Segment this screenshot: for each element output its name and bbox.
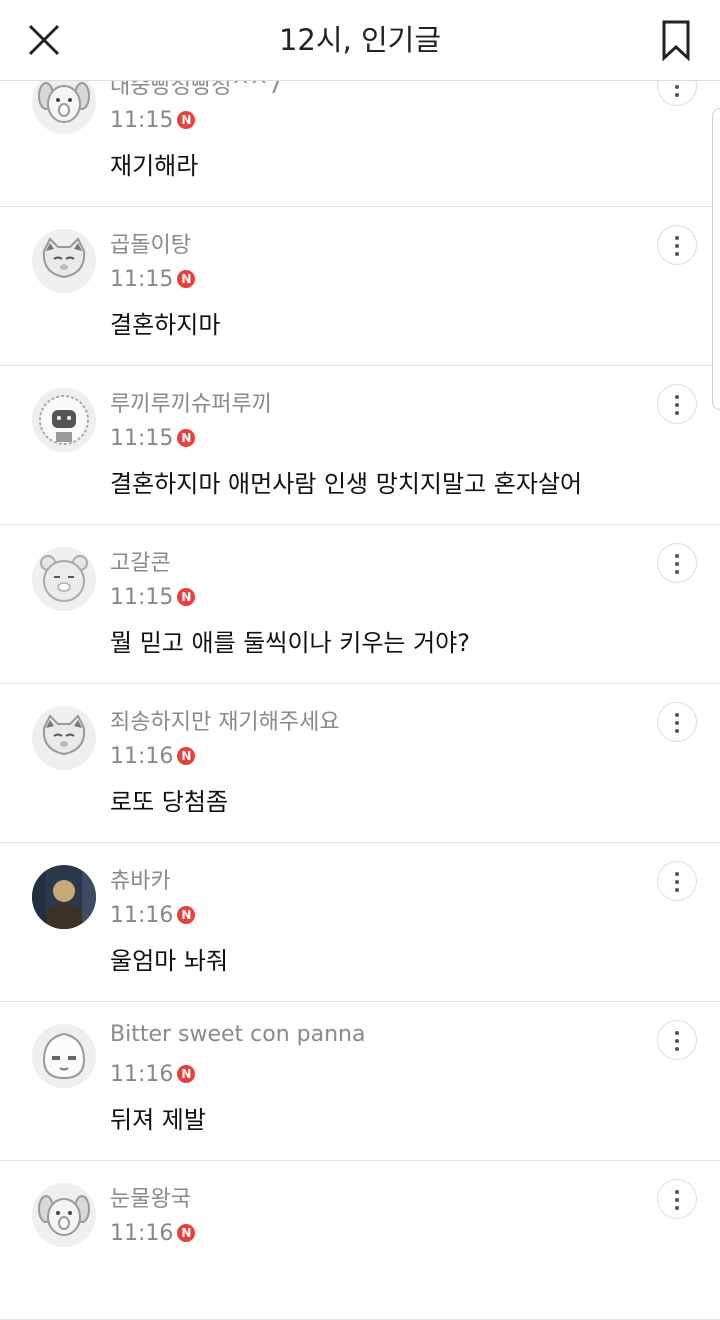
comment-text: 재기해라 bbox=[110, 152, 199, 180]
more-dot-icon bbox=[675, 252, 679, 256]
new-badge: N bbox=[177, 906, 196, 924]
new-badge: N bbox=[177, 1065, 196, 1083]
peach-character-icon[interactable] bbox=[32, 1024, 96, 1088]
scrollbar[interactable] bbox=[712, 108, 720, 410]
new-badge: N bbox=[177, 588, 196, 606]
new-badge: N bbox=[177, 1224, 196, 1242]
cat-character-icon[interactable] bbox=[32, 706, 96, 770]
comment-meta: 11:16 N bbox=[110, 900, 196, 930]
comment-item: 고갈콘 11:15 N 뭘 믿고 애를 둘씩이나 키우는 거야? bbox=[0, 525, 720, 684]
more-dot-icon bbox=[675, 872, 679, 876]
comment-text: 로또 당첨좀 bbox=[110, 788, 229, 816]
more-dot-icon bbox=[675, 236, 679, 240]
comment-time: 11:16 bbox=[110, 1220, 174, 1246]
more-dot-icon bbox=[675, 721, 679, 725]
comment-item: 죄송하지만 재기해주세요 11:16 N 로또 당첨좀 bbox=[0, 684, 720, 843]
more-dot-icon bbox=[675, 244, 679, 248]
more-options-button[interactable] bbox=[657, 861, 697, 901]
more-dot-icon bbox=[675, 1031, 679, 1035]
avatar[interactable] bbox=[32, 865, 96, 929]
more-dot-icon bbox=[675, 1039, 679, 1043]
comment-nickname[interactable]: Bitter sweet con panna bbox=[110, 1022, 365, 1047]
new-badge: N bbox=[177, 111, 196, 129]
comment-nickname[interactable]: 곱돌이탕 bbox=[110, 227, 191, 259]
bookmark-icon bbox=[662, 20, 690, 62]
comment-text: 결혼하지마 bbox=[110, 311, 221, 339]
new-badge: N bbox=[177, 270, 196, 288]
more-options-button[interactable] bbox=[657, 543, 697, 583]
comment-meta: 11:16 N bbox=[110, 741, 196, 771]
comment-text: 결혼하지마 애먼사람 인생 망치지말고 혼자살어 bbox=[110, 470, 583, 498]
more-dot-icon bbox=[675, 562, 679, 566]
comment-meta: 11:16 N bbox=[110, 1218, 196, 1248]
more-dot-icon bbox=[675, 85, 679, 89]
comment-list: 대중빵성빵성^^7 11:15 N 재기해라 곱돌이탕 11:15 N 결혼하지마 루끼루끼슈퍼… bbox=[0, 48, 720, 1320]
more-dot-icon bbox=[675, 1206, 679, 1210]
comment-time: 11:16 bbox=[110, 1061, 174, 1087]
comment-nickname[interactable]: 루끼루끼슈퍼루끼 bbox=[110, 386, 272, 418]
bear-character-icon[interactable] bbox=[32, 547, 96, 611]
comment-text: 뒤져 제발 bbox=[110, 1106, 206, 1134]
more-options-button[interactable] bbox=[657, 225, 697, 265]
bookmark-button[interactable] bbox=[656, 18, 696, 62]
comment-text: 울엄마 놔줘 bbox=[110, 947, 229, 975]
more-dot-icon bbox=[675, 880, 679, 884]
comment-item: 눈물왕국 11:16 N bbox=[0, 1161, 720, 1320]
comment-item: 츄바카 11:16 N 울엄마 놔줘 bbox=[0, 843, 720, 1002]
more-dot-icon bbox=[675, 411, 679, 415]
more-options-button[interactable] bbox=[657, 1179, 697, 1219]
comment-item: 루끼루끼슈퍼루끼 11:15 N 결혼하지마 애먼사람 인생 망치지말고 혼자살어 bbox=[0, 366, 720, 525]
comment-time: 11:15 bbox=[110, 107, 174, 133]
more-dot-icon bbox=[675, 93, 679, 97]
comment-nickname[interactable]: 죄송하지만 재기해주세요 bbox=[110, 704, 340, 736]
dog-character-icon[interactable] bbox=[32, 1183, 96, 1247]
more-dot-icon bbox=[675, 1198, 679, 1202]
comment-item: Bitter sweet con panna 11:16 N 뒤져 제발 bbox=[0, 1002, 720, 1161]
more-dot-icon bbox=[675, 1047, 679, 1051]
comment-meta: 11:15 N bbox=[110, 105, 196, 135]
comment-meta: 11:16 N bbox=[110, 1059, 196, 1089]
more-dot-icon bbox=[675, 1190, 679, 1194]
page-title: 12시, 인기글 bbox=[278, 23, 442, 57]
more-dot-icon bbox=[675, 554, 679, 558]
cat-character-icon[interactable] bbox=[32, 229, 96, 293]
hooded-character-icon[interactable] bbox=[32, 388, 96, 452]
new-badge: N bbox=[177, 429, 196, 447]
more-dot-icon bbox=[675, 713, 679, 717]
more-dot-icon bbox=[675, 570, 679, 574]
comment-text: 뭘 믿고 애를 둘씩이나 키우는 거야? bbox=[110, 629, 471, 657]
top-bar: 12시, 인기글 bbox=[0, 0, 720, 81]
comment-nickname[interactable]: 눈물왕국 bbox=[110, 1181, 191, 1213]
more-options-button[interactable] bbox=[657, 1020, 697, 1060]
more-dot-icon bbox=[675, 395, 679, 399]
comment-time: 11:15 bbox=[110, 266, 174, 292]
new-badge: N bbox=[177, 747, 196, 765]
comment-meta: 11:15 N bbox=[110, 582, 196, 612]
comment-nickname[interactable]: 고갈콘 bbox=[110, 545, 171, 577]
more-options-button[interactable] bbox=[657, 384, 697, 424]
comment-item: 곱돌이탕 11:15 N 결혼하지마 bbox=[0, 207, 720, 366]
comment-meta: 11:15 N bbox=[110, 264, 196, 294]
comment-time: 11:15 bbox=[110, 584, 174, 610]
comment-meta: 11:15 N bbox=[110, 423, 196, 453]
comment-time: 11:16 bbox=[110, 743, 174, 769]
comment-time: 11:16 bbox=[110, 902, 174, 928]
more-options-button[interactable] bbox=[657, 702, 697, 742]
more-dot-icon bbox=[675, 888, 679, 892]
comment-time: 11:15 bbox=[110, 425, 174, 451]
comment-nickname[interactable]: 츄바카 bbox=[110, 863, 171, 895]
more-dot-icon bbox=[675, 729, 679, 733]
more-dot-icon bbox=[675, 403, 679, 407]
